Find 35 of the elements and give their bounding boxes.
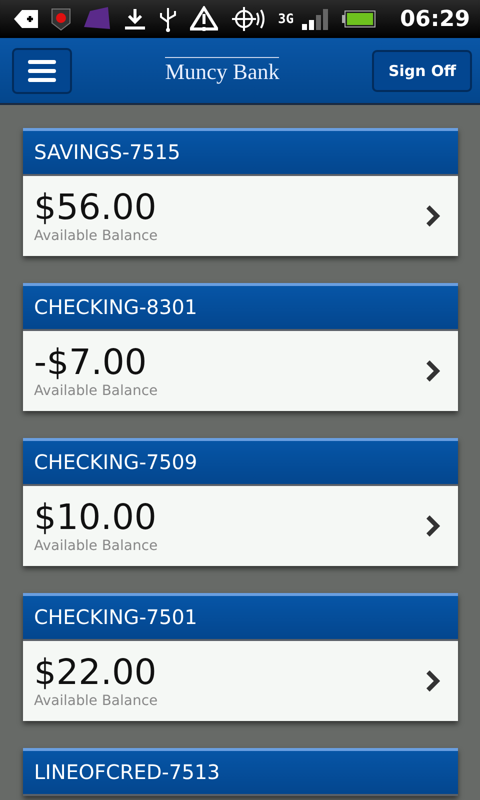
account-name: CHECKING-7509 [23,438,458,486]
usb-icon [158,6,178,32]
balance-label: Available Balance [34,228,159,244]
balance-label: Available Balance [34,538,159,554]
account-name: SAVINGS-7515 [23,128,458,176]
chevron-right-icon [426,205,440,227]
balance-amount: $22.00 [34,652,158,694]
warning-icon [190,6,218,32]
download-icon [124,8,146,30]
account-row[interactable]: $10.00 Available Balance [23,486,458,566]
signal-icon [302,8,330,30]
menu-button[interactable] [12,48,72,94]
balance-label: Available Balance [34,383,159,400]
notification-icon [14,9,38,29]
balance-amount: -$7.00 [34,342,148,384]
sign-off-button[interactable]: Sign Off [372,50,472,92]
balance-amount: $10.00 [34,498,158,538]
balance-label: Available Balance [34,693,159,710]
account-name: CHECKING-7501 [23,593,458,641]
account-name: LINEOFCRED-7513 [23,748,458,796]
balance-amount: $56.00 [34,188,158,228]
account-name: CHECKING-8301 [23,283,458,331]
account-row[interactable]: $56.00 Available Balance [23,176,458,256]
bank-logo: Muncy Bank [165,56,280,84]
chevron-right-icon [426,515,440,537]
account-row[interactable]: $22.00 Available Balance [23,641,458,721]
clock-time: 06:29 [400,6,470,32]
chevron-right-icon [426,360,440,382]
gps-icon [230,5,266,33]
shield-icon [50,6,72,32]
chevron-right-icon [426,670,440,692]
network-type: 3G [278,12,294,26]
battery-icon [342,10,376,28]
menu-icon [28,60,56,82]
account-row[interactable]: -$7.00 Available Balance [23,331,458,411]
